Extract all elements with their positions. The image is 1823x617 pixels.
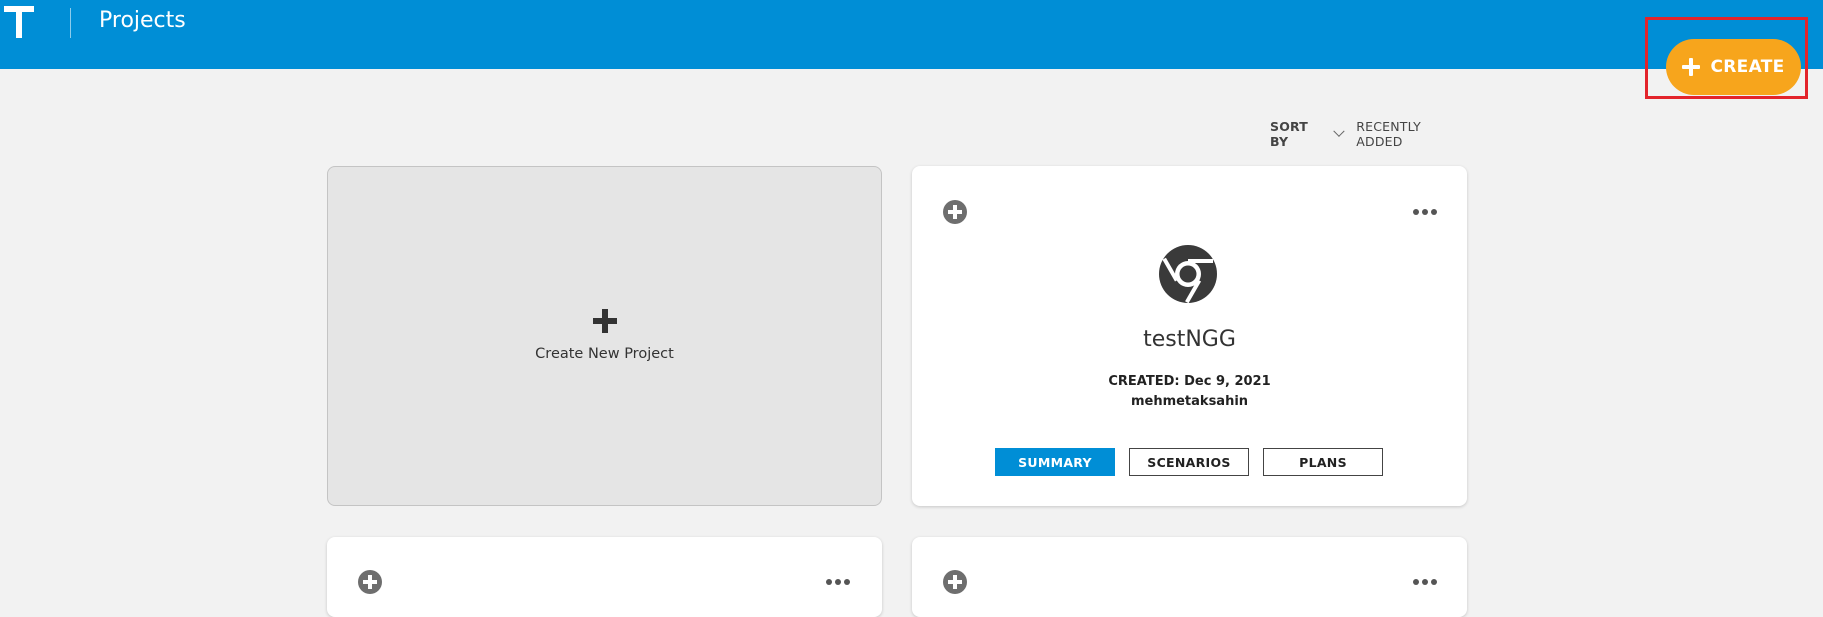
more-options-icon[interactable] [826,578,850,586]
plus-icon [593,309,617,333]
project-created: CREATED: Dec 9, 2021 [912,374,1467,389]
project-card[interactable]: testNGG CREATED: Dec 9, 2021 mehmetaksah… [912,166,1467,506]
create-button-label: CREATE [1710,57,1785,77]
app-logo[interactable] [4,2,44,42]
chevron-down-icon[interactable] [1332,125,1344,137]
sort-value[interactable]: RECENTLY ADDED [1356,119,1467,149]
plus-icon [1682,58,1701,76]
more-options-icon[interactable] [1413,208,1437,216]
summary-button[interactable]: SUMMARY [995,448,1115,476]
create-new-project-card[interactable]: Create New Project [327,166,882,506]
create-button[interactable]: CREATE [1666,39,1801,95]
add-circle-icon[interactable] [943,570,967,594]
add-circle-icon[interactable] [943,200,967,224]
page-title: Projects [99,8,186,33]
project-owner: mehmetaksahin [1130,394,1249,409]
plans-button[interactable]: PLANS [1263,448,1383,476]
sort-control[interactable]: SORT BY RECENTLY ADDED [1270,119,1467,149]
create-new-project-label: Create New Project [535,346,674,362]
top-bar: Projects [0,0,1823,69]
sort-by-label: SORT BY [1270,119,1309,149]
more-options-icon[interactable] [1413,578,1437,586]
project-name: testNGG [1143,327,1236,352]
header-divider [70,8,71,38]
scenarios-button[interactable]: SCENARIOS [1129,448,1249,476]
created-label: CREATED: [1108,374,1180,389]
add-circle-icon[interactable] [358,570,382,594]
project-card[interactable] [327,537,882,617]
chrome-icon [1159,245,1217,303]
created-date: Dec 9, 2021 [1184,374,1271,389]
project-card[interactable] [912,537,1467,617]
